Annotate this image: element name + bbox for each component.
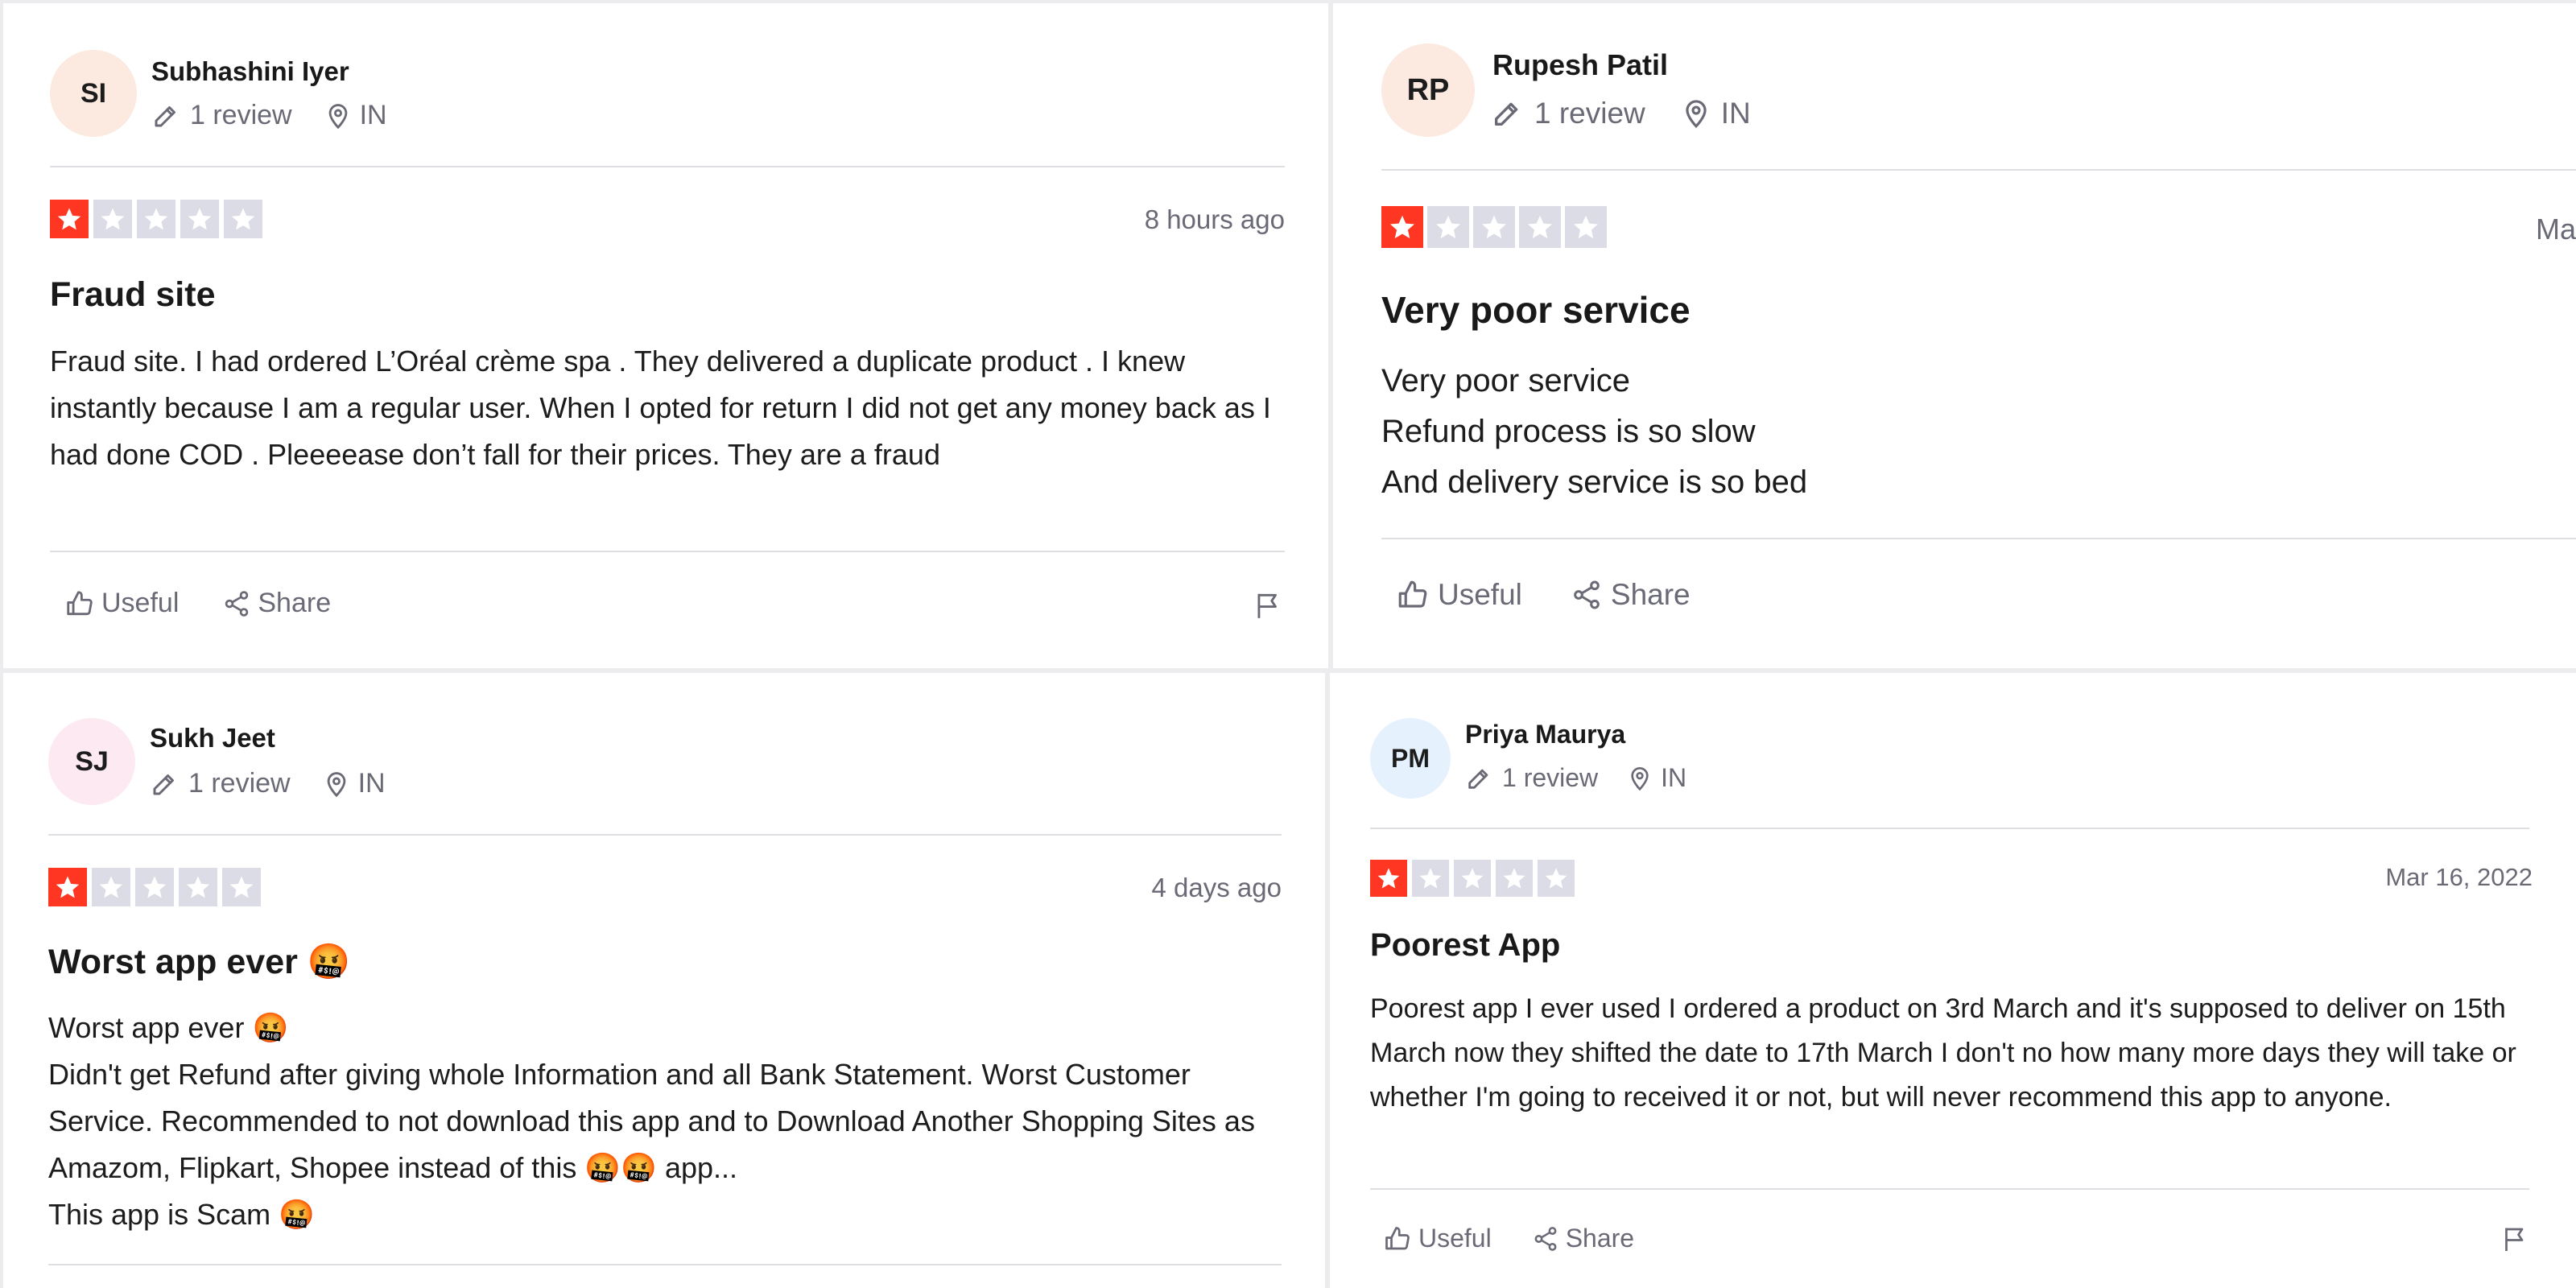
thumbs-up-icon [1396,578,1430,612]
avatar[interactable]: PM [1370,718,1451,799]
avatar[interactable]: SJ [48,718,135,805]
useful-label: Useful [101,588,180,618]
country-code: IN [1661,763,1687,792]
flag-icon[interactable] [1253,589,1283,621]
country-code: IN [357,768,386,799]
star-icon [137,200,175,238]
star-icon [1370,860,1407,897]
review-body: Very poor service Refund process is so s… [1381,363,1808,500]
star-icon [93,200,132,238]
useful-label: Useful [1438,578,1522,611]
review-body: Fraud site. I had ordered L’Oréal crème … [50,345,1271,471]
share-button[interactable]: Share [1571,578,1690,612]
avatar[interactable]: SI [50,50,137,137]
location-pin-icon [323,770,350,799]
review-count: 1 review [188,768,291,799]
review-date: Ma [2536,213,2576,246]
share-label: Share [1610,578,1690,611]
footer-divider [50,551,1285,552]
share-button[interactable]: Share [222,588,331,619]
header-divider [48,834,1282,836]
review-title[interactable]: Fraud site [50,275,216,315]
star-rating [1370,860,1575,897]
star-icon [1538,860,1575,897]
review-date: Mar 16, 2022 [2385,863,2533,891]
share-icon [1532,1225,1559,1253]
useful-button[interactable]: Useful [1396,578,1522,612]
star-icon [1496,860,1533,897]
star-icon [1381,206,1423,248]
review-actions: Useful Share [1383,1224,1634,1253]
star-icon [222,868,261,906]
reviewer-name[interactable]: Sukh Jeet [150,723,275,753]
header-divider [1370,828,2529,829]
star-icon [50,200,89,238]
star-rating [1381,206,1607,248]
reviewer-name[interactable]: Priya Maurya [1465,720,1625,749]
star-icon [1519,206,1561,248]
review-title[interactable]: Poorest App [1370,927,1560,964]
footer-divider [1381,538,2576,539]
pencil-icon [1465,765,1492,792]
pencil-icon [1491,97,1523,130]
share-icon [222,589,251,618]
review-actions: Useful Share [1396,578,1690,612]
reviewer-meta: 1 review IN [151,100,387,131]
star-icon [1427,206,1469,248]
star-icon [135,868,174,906]
useful-label: Useful [1418,1224,1492,1253]
review-body: Poorest app I ever used I ordered a prod… [1370,993,2516,1113]
star-icon [1565,206,1607,248]
avatar[interactable]: RP [1381,43,1475,137]
share-icon [1571,579,1603,611]
reviewer-meta: 1 review IN [1465,763,1686,793]
star-rating [50,200,262,238]
review-title[interactable]: Very poor service [1381,288,1690,332]
useful-button[interactable]: Useful [64,588,179,619]
review-count: 1 review [1534,97,1645,130]
share-button[interactable]: Share [1532,1224,1634,1253]
review-date: 4 days ago [1151,873,1282,902]
star-rating [48,868,261,906]
header-divider [1381,169,2576,171]
review-card: PM Priya Maurya 1 review IN Mar 16, 2022… [1330,673,2576,1288]
star-icon [179,868,217,906]
star-icon [92,868,130,906]
review-count: 1 review [190,100,292,130]
footer-divider [48,1264,1282,1265]
country-code: IN [359,100,387,130]
useful-button[interactable]: Useful [1383,1224,1492,1253]
location-pin-icon [1627,765,1653,792]
thumbs-up-icon [64,588,95,619]
star-icon [48,868,87,906]
star-icon [180,200,219,238]
footer-divider [1370,1188,2529,1190]
reviewer-meta: 1 review IN [150,768,386,799]
star-icon [224,200,262,238]
reviewer-meta: 1 review IN [1491,97,1751,130]
star-icon [1412,860,1449,897]
review-count: 1 review [1502,763,1599,792]
share-label: Share [258,588,332,618]
review-body: Worst app ever 🤬 Didn't get Refund after… [48,1011,1255,1231]
location-pin-icon [1681,97,1711,130]
pencil-icon [150,770,179,799]
review-actions: Useful Share [64,588,331,619]
review-card: SJ Sukh Jeet 1 review IN 4 days ago Wors… [3,673,1325,1288]
location-pin-icon [324,101,352,130]
country-code: IN [1720,97,1751,130]
share-label: Share [1565,1224,1635,1253]
star-icon [1473,206,1515,248]
flag-icon[interactable] [2500,1224,2529,1254]
reviewer-name[interactable]: Subhashini Iyer [151,56,349,87]
review-title[interactable]: Worst app ever 🤬 [48,942,350,982]
reviewer-name[interactable]: Rupesh Patil [1492,48,1668,82]
star-icon [1454,860,1491,897]
thumbs-up-icon [1383,1224,1412,1253]
header-divider [50,166,1285,167]
review-card: RP Rupesh Patil 1 review IN Ma Very poor… [1333,3,2576,668]
review-date: 8 hours ago [1144,204,1285,234]
review-card: SI Subhashini Iyer 1 review IN 8 hours a… [3,3,1328,668]
pencil-icon [151,101,180,130]
